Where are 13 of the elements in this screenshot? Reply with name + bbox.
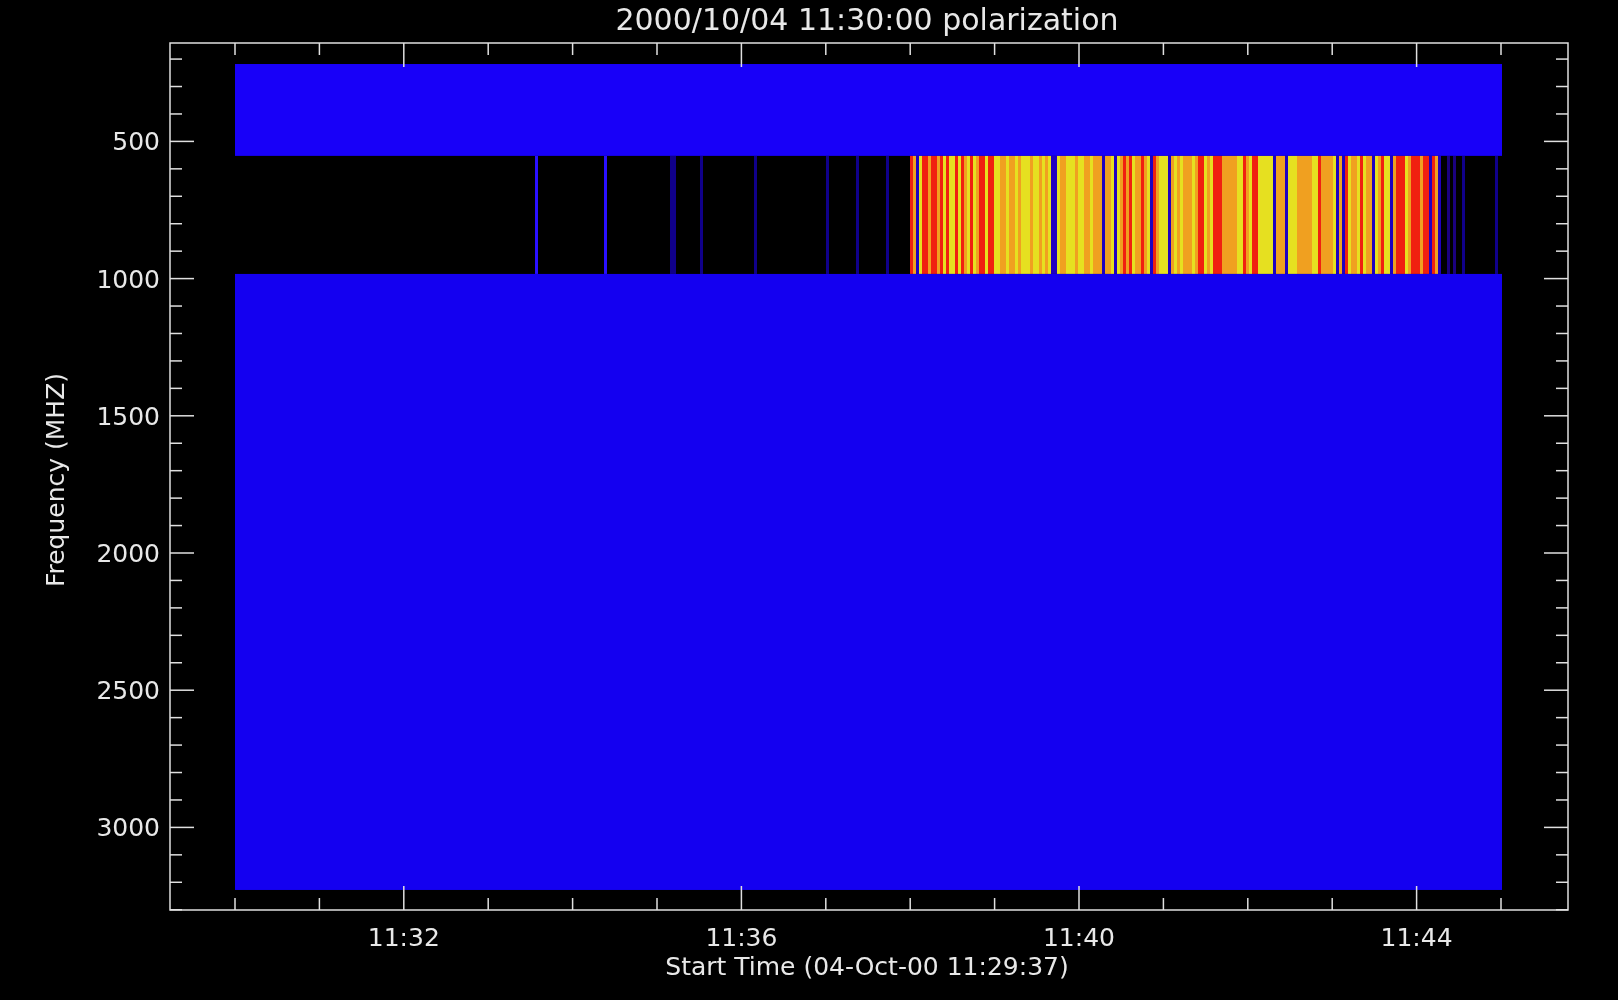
x-axis-label: Start Time (04-Oct-00 11:29:37) [665, 952, 1069, 981]
plot-title: 2000/10/04 11:30:00 polarization [615, 2, 1119, 37]
y-tick-label: 3000 [96, 813, 160, 843]
x-tick-label: 11:44 [1380, 923, 1453, 952]
y-tick-label: 1500 [96, 401, 160, 431]
y-tick-label: 2500 [96, 676, 160, 706]
x-tick-label: 11:32 [367, 923, 440, 952]
y-axis-label: Frequency (MHZ) [41, 372, 70, 588]
x-tick-label: 11:36 [705, 923, 778, 952]
x-tick-label: 11:40 [1043, 923, 1115, 952]
y-tick-label: 500 [112, 127, 160, 157]
y-tick-label: 1000 [96, 264, 160, 294]
y-tick-label: 2000 [96, 539, 160, 568]
